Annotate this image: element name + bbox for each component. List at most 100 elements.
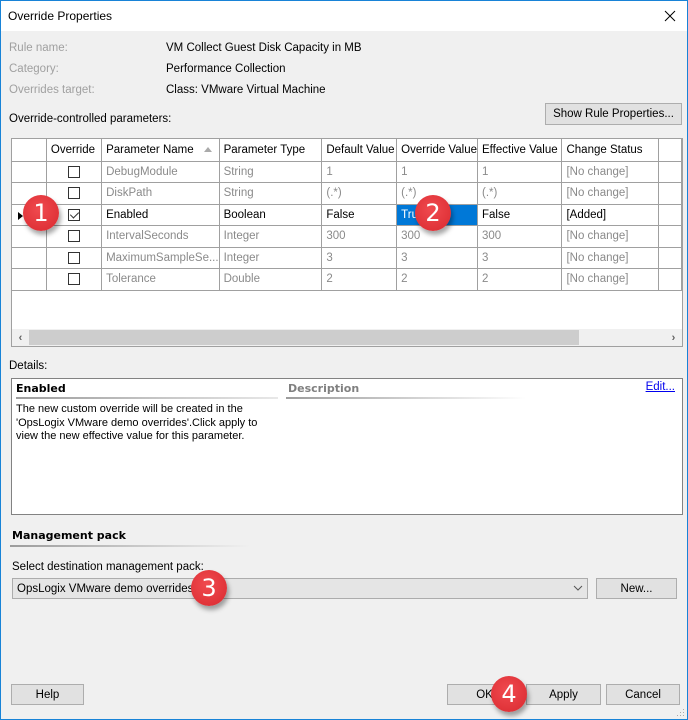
table-row[interactable]: Enabled Boolean False True False [Added] <box>12 204 682 226</box>
override-checkbox[interactable] <box>67 208 80 221</box>
parameter-type-cell[interactable]: Double <box>219 268 323 291</box>
table-row[interactable]: Tolerance Double 2 2 2 [No change] <box>12 268 682 291</box>
column-header-default-value[interactable]: Default Value <box>321 139 398 162</box>
override-checkbox[interactable] <box>67 165 80 178</box>
annotation-badge-2: 2 <box>415 195 451 231</box>
destination-pack-label: Select destination management pack: <box>12 561 204 573</box>
override-value-cell[interactable]: 1 <box>396 161 478 183</box>
effective-value-cell[interactable]: 1 <box>477 161 563 183</box>
default-value-cell[interactable]: (.*) <box>321 182 398 205</box>
new-pack-button[interactable]: New... <box>596 578 677 599</box>
management-pack-divider <box>10 545 250 547</box>
change-status-cell[interactable]: [No change] <box>561 225 660 248</box>
parameters-section-label: Override-controlled parameters: <box>9 113 172 125</box>
effective-value-cell[interactable]: 2 <box>477 268 563 291</box>
override-value-cell[interactable]: 3 <box>396 247 478 269</box>
parameter-name-cell[interactable]: MaximumSampleSe... <box>101 247 220 269</box>
parameter-name-cell[interactable]: Tolerance <box>101 268 220 291</box>
effective-value-cell[interactable]: False <box>477 204 563 226</box>
table-row[interactable]: DiskPath String (.*) (.*) (.*) [No change] <box>12 182 682 205</box>
show-rule-properties-button[interactable]: Show Rule Properties... <box>545 103 682 125</box>
resize-grip-icon[interactable] <box>675 707 685 717</box>
override-cell <box>46 247 103 269</box>
column-header-parameter-type[interactable]: Parameter Type <box>219 139 323 162</box>
override-checkbox[interactable] <box>67 187 80 200</box>
column-header-override-value[interactable]: Override Value <box>396 139 478 162</box>
close-button[interactable] <box>653 1 687 31</box>
effective-value-cell[interactable]: (.*) <box>477 182 563 205</box>
table-row[interactable]: MaximumSampleSe... Integer 3 3 3 [No change] <box>12 247 682 269</box>
details-panel: Enabled Description Edit... The new cust… <box>11 378 683 515</box>
column-header-override[interactable]: Override <box>46 139 103 162</box>
edit-link[interactable]: Edit... <box>646 381 675 393</box>
annotation-badge-4: 4 <box>491 676 527 712</box>
default-value-cell[interactable]: False <box>321 204 398 226</box>
details-text: The new custom override will be created … <box>16 403 258 442</box>
details-title-divider <box>16 397 278 399</box>
overrides-target-value: Class: VMware Virtual Machine <box>166 84 326 96</box>
row-header[interactable] <box>12 247 47 269</box>
header-row: Override Parameter Name Parameter Type D… <box>12 139 682 162</box>
horizontal-scrollbar[interactable]: ‹ › <box>12 329 682 346</box>
filler-cell <box>658 204 682 226</box>
cancel-button[interactable]: Cancel <box>606 684 680 705</box>
effective-value-cell[interactable]: 3 <box>477 247 563 269</box>
filler-cell <box>658 247 682 269</box>
override-checkbox[interactable] <box>67 251 80 264</box>
window-title: Override Properties <box>8 9 113 23</box>
table-row[interactable]: DebugModule String 1 1 1 [No change] <box>12 161 682 183</box>
column-header-label: Effective Value <box>482 143 558 156</box>
destination-pack-value: OpsLogix VMware demo overrides <box>17 583 194 595</box>
scroll-right-icon[interactable]: › <box>665 329 682 346</box>
default-value-cell[interactable]: 1 <box>321 161 398 183</box>
column-header-change-status[interactable]: Change Status <box>561 139 660 162</box>
override-value-cell[interactable]: 2 <box>396 268 478 291</box>
row-header[interactable] <box>12 268 47 291</box>
details-section-label: Details: <box>9 360 48 372</box>
column-header-filler <box>658 139 682 162</box>
override-properties-dialog: Override Properties Rule name: VM Collec… <box>0 0 688 720</box>
column-header-label: Default Value <box>326 143 395 156</box>
details-title: Enabled <box>16 382 66 395</box>
column-header-label: Override Value <box>401 143 477 156</box>
parameter-type-cell[interactable]: String <box>219 161 323 183</box>
scroll-left-icon[interactable]: ‹ <box>12 329 29 346</box>
parameter-name-cell[interactable]: DebugModule <box>101 161 220 183</box>
help-button[interactable]: Help <box>11 684 84 705</box>
override-checkbox[interactable] <box>67 230 80 243</box>
parameter-type-cell[interactable]: Integer <box>219 247 323 269</box>
filler-cell <box>658 182 682 205</box>
scrollbar-thumb[interactable] <box>29 330 579 345</box>
parameter-name-cell[interactable]: DiskPath <box>101 182 220 205</box>
default-value-cell[interactable]: 300 <box>321 225 398 248</box>
row-header[interactable] <box>12 161 47 183</box>
annotation-badge-3: 3 <box>191 570 227 606</box>
column-header-parameter-name[interactable]: Parameter Name <box>101 139 220 162</box>
effective-value-cell[interactable]: 300 <box>477 225 563 248</box>
parameters-grid[interactable]: Override Parameter Name Parameter Type D… <box>11 138 683 347</box>
overrides-target-label: Overrides target: <box>9 84 95 96</box>
change-status-cell[interactable]: [Added] <box>561 204 660 226</box>
title-bar: Override Properties <box>1 1 687 31</box>
parameter-type-cell[interactable]: String <box>219 182 323 205</box>
details-description-label: Description <box>288 382 360 395</box>
change-status-cell[interactable]: [No change] <box>561 161 660 183</box>
change-status-cell[interactable]: [No change] <box>561 182 660 205</box>
default-value-cell[interactable]: 2 <box>321 268 398 291</box>
parameter-type-cell[interactable]: Boolean <box>219 204 323 226</box>
category-value: Performance Collection <box>166 63 286 75</box>
rule-name-label: Rule name: <box>9 42 68 54</box>
apply-button[interactable]: Apply <box>526 684 601 705</box>
details-description-divider <box>286 397 526 399</box>
filler-cell <box>658 161 682 183</box>
parameter-name-cell[interactable]: IntervalSeconds <box>101 225 220 248</box>
change-status-cell[interactable]: [No change] <box>561 268 660 291</box>
parameter-type-cell[interactable]: Integer <box>219 225 323 248</box>
table-row[interactable]: IntervalSeconds Integer 300 300 300 [No chang… <box>12 225 682 248</box>
parameter-name-cell[interactable]: Enabled <box>101 204 220 226</box>
default-value-cell[interactable]: 3 <box>321 247 398 269</box>
override-checkbox[interactable] <box>67 273 80 286</box>
column-header-effective-value[interactable]: Effective Value <box>477 139 563 162</box>
destination-pack-select[interactable]: OpsLogix VMware demo overrides <box>12 578 588 599</box>
change-status-cell[interactable]: [No change] <box>561 247 660 269</box>
